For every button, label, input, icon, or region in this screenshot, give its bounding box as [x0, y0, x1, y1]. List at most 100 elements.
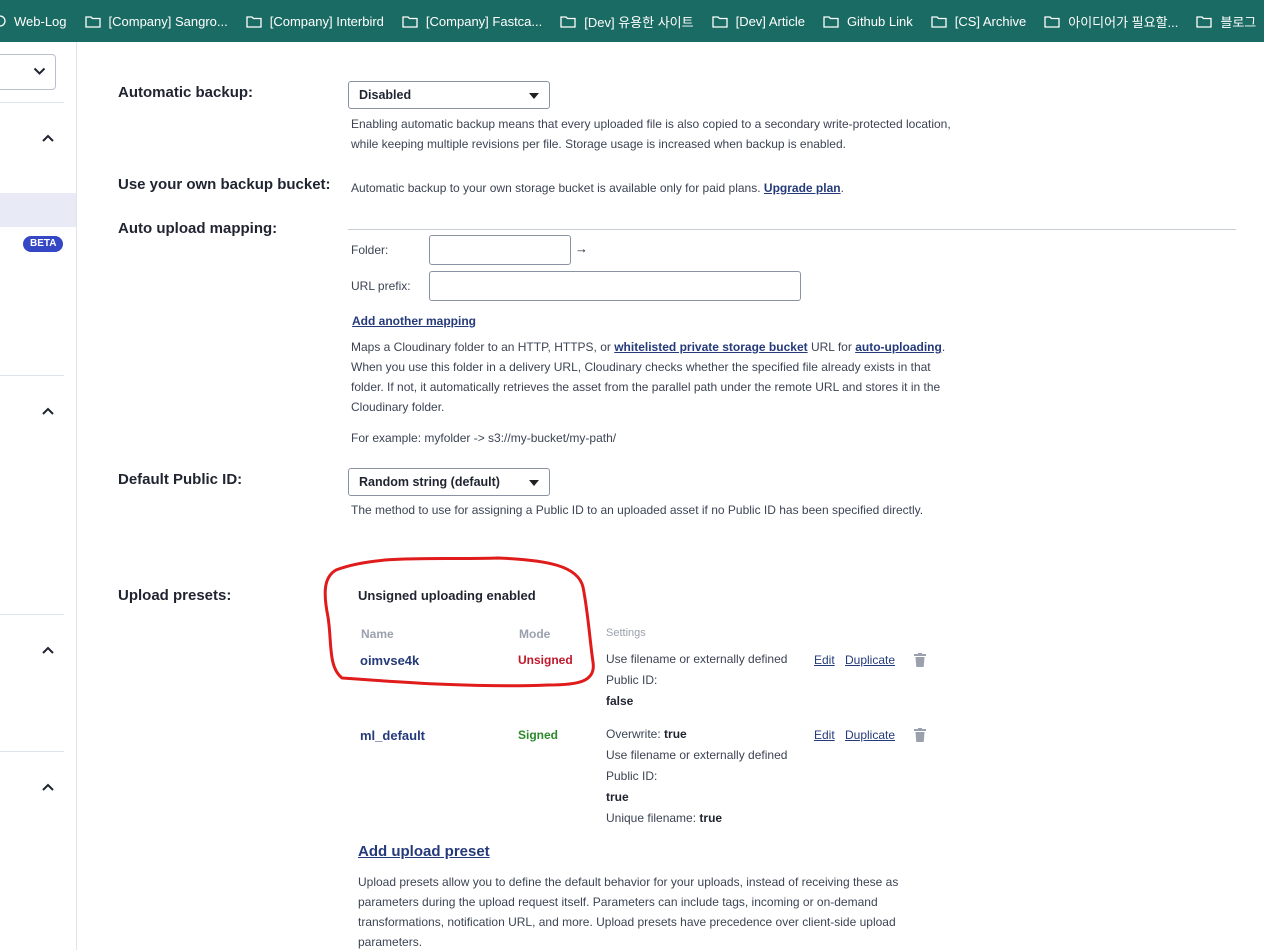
beta-badge: BETA: [23, 236, 63, 252]
backup-select-value: Disabled: [359, 88, 411, 102]
folder-icon: [85, 15, 101, 28]
mapping-example: For example: myfolder -> s3://my-bucket/…: [351, 428, 616, 448]
bookmark-label: Web-Log: [14, 14, 67, 29]
public-id-select[interactable]: Random string (default): [348, 468, 550, 496]
url-prefix-input[interactable]: [429, 271, 801, 301]
setting-value: true: [664, 727, 687, 741]
own-bucket-help: Automatic backup to your own storage buc…: [351, 178, 1051, 198]
bookmark-label: [Company] Fastca...: [426, 14, 542, 29]
chevron-up-icon[interactable]: [41, 643, 55, 657]
globe-icon: [0, 15, 6, 27]
setting-text: Public ID:: [606, 670, 787, 691]
bookmarks-bar: Web-Log [Company] Sangro... [Company] In…: [0, 0, 1264, 42]
bookmark-label: [Company] Sangro...: [109, 14, 228, 29]
caret-down-icon: [529, 480, 539, 486]
folder-input[interactable]: [429, 235, 571, 265]
chevron-up-icon[interactable]: [41, 780, 55, 794]
settings-main: Automatic backup: Disabled Enabling auto…: [78, 42, 1264, 950]
edit-preset-link[interactable]: Edit: [814, 653, 835, 667]
mapping-help: Maps a Cloudinary folder to an HTTP, HTT…: [351, 337, 951, 417]
mapping-divider: [348, 229, 1236, 230]
duplicate-preset-link[interactable]: Duplicate: [845, 653, 895, 667]
auto-uploading-link[interactable]: auto-uploading: [855, 340, 942, 354]
own-bucket-suffix: .: [841, 181, 844, 195]
bookmark-label: 블로그: [1220, 12, 1256, 31]
duplicate-preset-link[interactable]: Duplicate: [845, 728, 895, 742]
col-name-header: Name: [361, 627, 394, 641]
setting-text: Use filename or externally defined: [606, 745, 787, 766]
bookmark-label: [CS] Archive: [955, 14, 1027, 29]
mapping-help-text: URL for: [808, 340, 856, 354]
setting-value: true: [699, 811, 722, 825]
setting-value: false: [606, 694, 633, 708]
own-bucket-label: Use your own backup bucket:: [118, 176, 331, 193]
presets-label: Upload presets:: [118, 587, 231, 604]
chevron-up-icon[interactable]: [41, 131, 55, 145]
edit-preset-link[interactable]: Edit: [814, 728, 835, 742]
backup-help: Enabling automatic backup means that eve…: [351, 114, 951, 154]
folder-icon: [246, 15, 262, 28]
bookmark-folder[interactable]: [Company] Sangro...: [85, 14, 228, 29]
public-id-select-value: Random string (default): [359, 475, 500, 489]
whitelisted-bucket-link[interactable]: whitelisted private storage bucket: [614, 340, 807, 354]
sidebar-select[interactable]: [0, 54, 56, 90]
upgrade-plan-link[interactable]: Upgrade plan: [764, 181, 841, 195]
caret-down-icon: [529, 93, 539, 99]
folder-icon: [1044, 15, 1060, 28]
setting-text: Unique filename:: [606, 811, 696, 825]
bookmark-label: [Dev] 유용한 사이트: [584, 12, 693, 31]
backup-label: Automatic backup:: [118, 84, 253, 101]
add-mapping-link[interactable]: Add another mapping: [352, 311, 476, 331]
sidebar-divider: [0, 614, 64, 615]
preset-settings: Overwrite: true Use filename or external…: [606, 724, 787, 829]
setting-value: true: [606, 790, 629, 804]
bookmark-folder[interactable]: [Company] Fastca...: [402, 14, 542, 29]
preset-name-link[interactable]: ml_default: [360, 728, 425, 743]
sidebar-item-active[interactable]: [0, 193, 76, 227]
preset-mode: Unsigned: [518, 653, 573, 667]
sidebar: BETA: [0, 42, 77, 950]
folder-icon: [712, 15, 728, 28]
setting-text: Use filename or externally defined: [606, 649, 787, 670]
own-bucket-text: Automatic backup to your own storage buc…: [351, 181, 761, 195]
mapping-help-text: Maps a Cloudinary folder to an HTTP, HTT…: [351, 340, 614, 354]
bookmark-label: [Dev] Article: [736, 14, 805, 29]
public-id-help: The method to use for assigning a Public…: [351, 500, 923, 520]
presets-help: Upload presets allow you to define the d…: [358, 872, 928, 952]
bookmark-folder[interactable]: [Dev] Article: [712, 14, 805, 29]
mapping-label: Auto upload mapping:: [118, 220, 277, 237]
public-id-label: Default Public ID:: [118, 471, 242, 488]
unsigned-status: Unsigned uploading enabled: [358, 588, 536, 603]
trash-icon[interactable]: [914, 728, 926, 742]
sidebar-divider: [0, 102, 64, 103]
bookmark-folder[interactable]: [Dev] 유용한 사이트: [560, 12, 693, 31]
bookmark-web-log[interactable]: Web-Log: [0, 14, 67, 29]
backup-select[interactable]: Disabled: [348, 81, 550, 109]
col-mode-header: Mode: [519, 627, 550, 641]
setting-text: Public ID:: [606, 766, 787, 787]
bookmark-label: Github Link: [847, 14, 913, 29]
bookmark-folder[interactable]: Github Link: [823, 14, 913, 29]
preset-mode: Signed: [518, 728, 558, 742]
url-prefix-label: URL prefix:: [351, 279, 411, 293]
bookmark-folder[interactable]: 아이디어가 필요할...: [1044, 12, 1178, 31]
bookmark-label: [Company] Interbird: [270, 14, 384, 29]
folder-icon: [402, 15, 418, 28]
sidebar-divider: [0, 751, 64, 752]
preset-name-link[interactable]: oimvse4k: [360, 653, 419, 668]
setting-text: Overwrite:: [606, 727, 661, 741]
folder-icon: [1196, 15, 1212, 28]
col-settings-header: Settings: [606, 627, 646, 639]
arrow-right-icon: →: [575, 241, 588, 256]
preset-settings: Use filename or externally defined Publi…: [606, 649, 787, 712]
bookmark-folder[interactable]: 블로그: [1196, 12, 1256, 31]
bookmark-label: 아이디어가 필요할...: [1068, 12, 1178, 31]
add-upload-preset-link[interactable]: Add upload preset: [358, 843, 490, 860]
bookmark-folder[interactable]: [Company] Interbird: [246, 14, 384, 29]
chevron-down-icon: [33, 67, 46, 76]
trash-icon[interactable]: [914, 653, 926, 667]
folder-icon: [931, 15, 947, 28]
sidebar-divider: [0, 375, 64, 376]
chevron-up-icon[interactable]: [41, 404, 55, 418]
bookmark-folder[interactable]: [CS] Archive: [931, 14, 1027, 29]
